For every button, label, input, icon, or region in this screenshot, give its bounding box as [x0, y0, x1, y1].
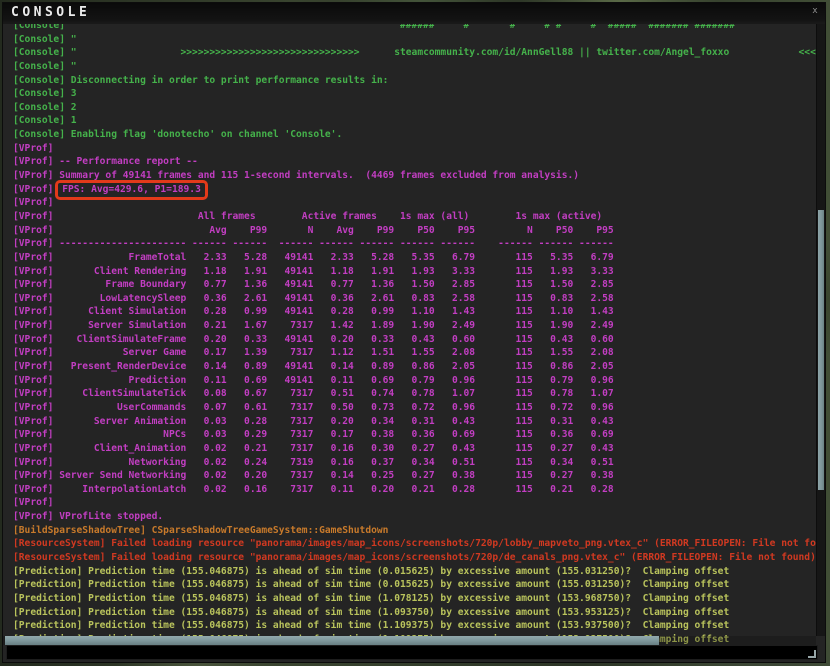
- console-line: [ResourceSystem] Failed loading resource…: [13, 537, 816, 551]
- console-line: [VProf] UserCommands 0.07 0.61 7317 0.50…: [13, 401, 816, 415]
- window-title: CONSOLE: [11, 5, 90, 20]
- console-line: [ResourceSystem] Failed loading resource…: [13, 551, 816, 565]
- console-line: [Console] Disconnecting in order to prin…: [13, 74, 816, 88]
- console-titlebar[interactable]: CONSOLE x: [3, 3, 825, 24]
- console-line: [Prediction] Prediction time (155.046875…: [13, 565, 816, 579]
- console-line: [VProf]: [13, 496, 816, 510]
- console-line: [VProf] Frame Boundary 0.77 1.36 49141 0…: [13, 278, 816, 292]
- console-line: [VProf] Server Animation 0.03 0.28 7317 …: [13, 415, 816, 429]
- horizontal-scrollbar-thumb[interactable]: [5, 636, 659, 645]
- console-line: [VProf] FrameTotal 2.33 5.28 49141 2.33 …: [13, 251, 816, 265]
- console-window: [Console] ###### # # # # # ##### #######…: [2, 2, 826, 663]
- console-line: [VProf] FPS: Avg=429.6, P1=189.3: [13, 183, 816, 197]
- console-line: [VProf] InterpolationLatch 0.02 0.16 731…: [13, 483, 816, 497]
- vertical-scrollbar-thumb[interactable]: [818, 210, 824, 490]
- console-line: [VProf] Prediction 0.11 0.69 49141 0.11 …: [13, 374, 816, 388]
- console-line: [BuildSparseShadowTree] CSparseShadowTre…: [13, 524, 816, 538]
- console-line: [Console] Enabling flag 'donotecho' on c…: [13, 128, 816, 142]
- console-input[interactable]: [7, 646, 817, 659]
- console-line: [VProf] Present_RenderDevice 0.14 0.89 4…: [13, 360, 816, 374]
- console-line: [VProf] Avg P99 N Avg P99 P50 P95 N P50 …: [13, 224, 816, 238]
- console-line: [VProf] ClientSimulateTick 0.08 0.67 731…: [13, 387, 816, 401]
- console-line: [VProf] Server Game 0.17 1.39 7317 1.12 …: [13, 346, 816, 360]
- console-line: [VProf] Server Send Networking 0.02 0.20…: [13, 469, 816, 483]
- close-icon[interactable]: x: [810, 6, 820, 18]
- console-line: [Prediction] Prediction time (155.046875…: [13, 606, 816, 620]
- console-line: [Console] ": [13, 60, 816, 74]
- console-output: [Console] ###### # # # # # ##### #######…: [3, 3, 816, 644]
- console-line: [Console] ": [13, 33, 816, 47]
- console-line: [Console] 2: [13, 101, 816, 115]
- console-line: [VProf] Client Simulation 0.28 0.99 4914…: [13, 305, 816, 319]
- resize-grip-icon[interactable]: [808, 650, 816, 658]
- console-line: [VProf] Server Simulation 0.21 1.67 7317…: [13, 319, 816, 333]
- console-line: [VProf]: [13, 142, 816, 156]
- console-line: [VProf] VProfLite stopped.: [13, 510, 816, 524]
- console-line: [VProf] Client Rendering 1.18 1.91 49141…: [13, 265, 816, 279]
- console-line: [Prediction] Prediction time (155.046875…: [13, 578, 816, 592]
- vertical-scrollbar[interactable]: [816, 24, 825, 636]
- console-line: [VProf] ClientSimulateFrame 0.20 0.33 49…: [13, 333, 816, 347]
- console-line: [VProf] ---------------------- ------ --…: [13, 237, 816, 251]
- console-line: [Console] " >>>>>>>>>>>>>>>>>>>>>>>>>>>>…: [13, 46, 816, 60]
- console-line: [VProf] Client_Animation 0.02 0.21 7317 …: [13, 442, 816, 456]
- console-line: [VProf] LowLatencySleep 0.36 2.61 49141 …: [13, 292, 816, 306]
- console-line: [Prediction] Prediction time (155.046875…: [13, 619, 816, 633]
- console-line: [VProf] NPCs 0.03 0.29 7317 0.17 0.38 0.…: [13, 428, 816, 442]
- fps-highlight-box: FPS: Avg=429.6, P1=189.3: [55, 180, 208, 200]
- console-line: [VProf] Networking 0.02 0.24 7319 0.16 0…: [13, 456, 816, 470]
- command-input-bar: [6, 645, 818, 660]
- horizontal-scrollbar[interactable]: [3, 636, 816, 645]
- console-line: [VProf] All frames Active frames 1s max …: [13, 210, 816, 224]
- console-line: [Console] 1: [13, 114, 816, 128]
- console-line: [Prediction] Prediction time (155.046875…: [13, 592, 816, 606]
- console-line: [VProf] -- Performance report --: [13, 155, 816, 169]
- console-line: [Console] 3: [13, 87, 816, 101]
